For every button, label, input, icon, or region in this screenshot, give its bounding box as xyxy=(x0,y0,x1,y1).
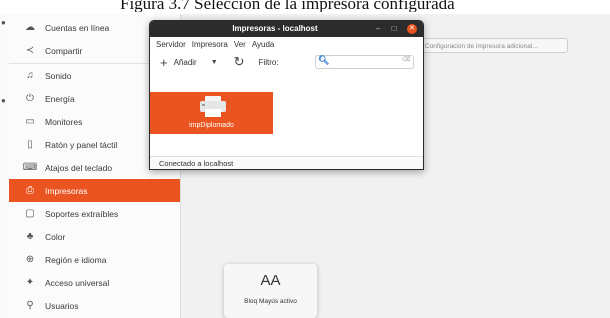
window-titlebar[interactable]: Impresoras - localhost – □ ✕ xyxy=(150,21,423,37)
caps-lock-message: Bloq Mayús activo xyxy=(244,298,297,305)
add-button[interactable]: Añadir xyxy=(174,58,197,67)
window-title: Impresoras - localhost xyxy=(232,24,318,33)
sidebar-item-label: Acceso universal xyxy=(45,277,110,288)
filter-label: Filtro: xyxy=(258,57,279,67)
minimize-icon[interactable]: – xyxy=(372,23,384,35)
close-icon[interactable]: ✕ xyxy=(407,24,417,34)
menu-printer[interactable]: Impresora xyxy=(192,40,228,49)
printers-window: Impresoras - localhost – □ ✕ Servidor Im… xyxy=(149,20,424,170)
sidebar-item-users[interactable]: ⚲ Usuarios xyxy=(9,294,180,317)
additional-printer-settings-button[interactable]: Configuración de impresora adicional... xyxy=(420,38,568,53)
desktop-screen: ● ● ☁ Cuentas en línea ≺ Compartir ♫ Son… xyxy=(0,14,610,318)
sidebar-item-label: Color xyxy=(45,231,66,242)
partial-left-panel: ● ● xyxy=(0,14,9,318)
maximize-icon[interactable]: □ xyxy=(388,23,400,35)
power-icon: ⏻ xyxy=(26,93,34,104)
sidebar-item-universal-access[interactable]: ✦ Acceso universal xyxy=(9,271,180,294)
menu-server[interactable]: Servidor xyxy=(156,40,186,49)
clear-icon[interactable]: ⌫ xyxy=(402,56,410,63)
globe-icon: ⊕ xyxy=(25,254,35,265)
sidebar-item-label: Usuarios xyxy=(45,300,79,311)
users-icon: ⚲ xyxy=(26,300,34,311)
chevron-down-icon[interactable]: ▼ xyxy=(211,59,218,66)
printer-icon xyxy=(200,96,226,117)
sidebar-item-removable-media[interactable]: ▢ Soportes extraíbles xyxy=(9,202,180,225)
menu-help[interactable]: Ayuda xyxy=(252,40,275,49)
sidebar-item-label: Impresoras xyxy=(45,185,88,196)
printer-name: impDiplomado xyxy=(189,122,234,129)
color-icon: ♣ xyxy=(26,231,34,242)
sidebar-item-label: Energía xyxy=(45,93,75,104)
plus-icon[interactable]: + xyxy=(160,55,168,70)
window-menubar: Servidor Impresora Ver Ayuda xyxy=(150,37,423,51)
caps-lock-symbol: AA xyxy=(260,272,281,289)
sidebar-item-label: Sonido xyxy=(45,70,72,81)
cloud-icon: ☁ xyxy=(25,22,35,33)
removable-media-icon: ▢ xyxy=(25,208,35,219)
printer-tile-impdiplomado[interactable]: impDiplomado xyxy=(150,92,273,134)
sidebar-item-label: Región e idioma xyxy=(45,254,107,265)
printer-icon: ⎙ xyxy=(26,185,34,196)
sidebar-item-label: Ratón y panel táctil xyxy=(45,139,118,150)
status-bar: Conectado a localhost xyxy=(150,156,423,169)
sidebar-item-label: Soportes extraíbles xyxy=(45,208,119,219)
sidebar-item-region-language[interactable]: ⊕ Región e idioma xyxy=(9,248,180,271)
sidebar-item-label: Cuentas en línea xyxy=(45,22,110,33)
monitor-icon: ▭ xyxy=(25,116,35,127)
menu-view[interactable]: Ver xyxy=(234,40,246,49)
music-note-icon: ♫ xyxy=(26,70,34,81)
accessibility-icon: ✦ xyxy=(25,277,35,288)
search-icon: 🔍︎ xyxy=(318,55,330,65)
sidebar-item-label: Compartir xyxy=(45,45,83,56)
share-icon: ≺ xyxy=(25,45,35,56)
reload-icon[interactable]: ↻ xyxy=(234,54,245,70)
sidebar-item-label: Atajos del teclado xyxy=(45,162,113,173)
keyboard-icon: ⌨ xyxy=(22,162,38,173)
sidebar-item-color[interactable]: ♣ Color xyxy=(9,225,180,248)
caps-lock-notification: AA Bloq Mayús activo xyxy=(224,264,317,318)
sidebar-item-label: Monitores xyxy=(45,116,83,127)
figure-caption: Figura 3.7 Selección de la impresora con… xyxy=(120,0,455,12)
filter-input[interactable] xyxy=(315,55,414,69)
sidebar-item-printers[interactable]: ⎙ Impresoras xyxy=(9,179,180,202)
mouse-icon: ▯ xyxy=(27,139,33,150)
printer-list: impDiplomado xyxy=(150,74,423,156)
